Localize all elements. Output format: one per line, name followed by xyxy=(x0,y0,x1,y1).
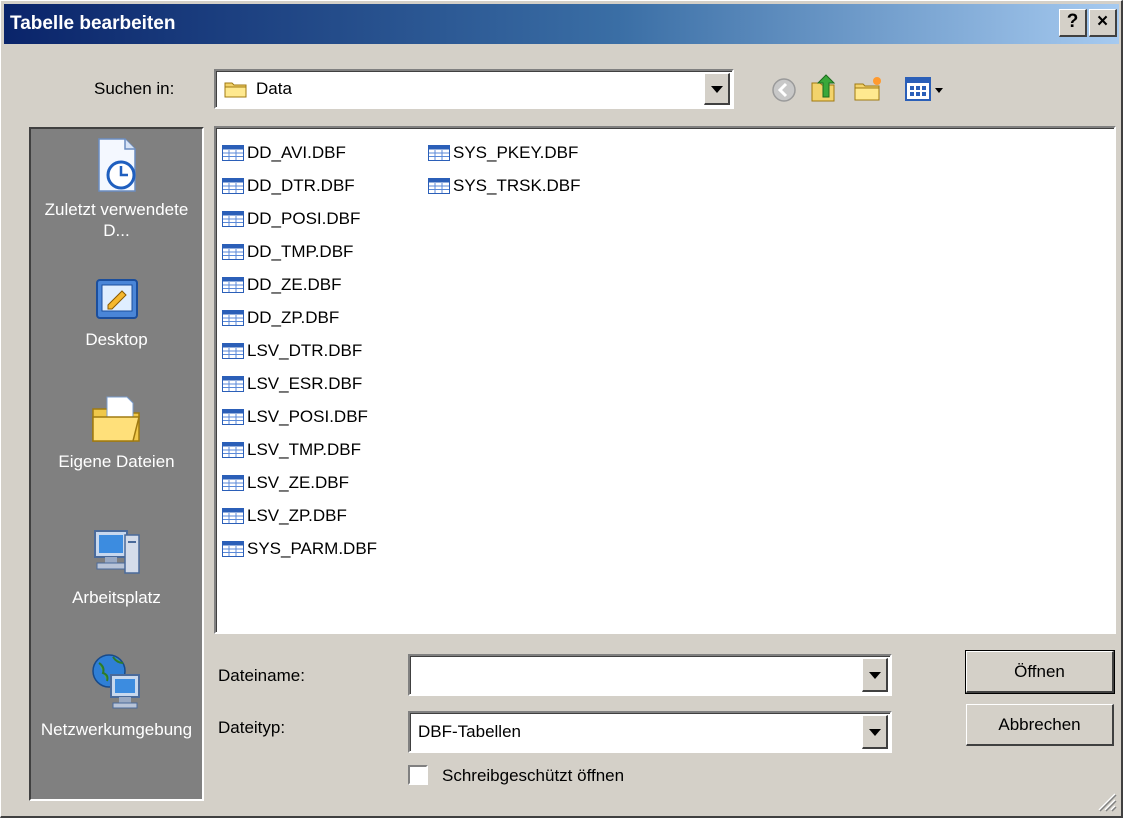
file-column-1: DD_AVI.DBF DD_DTR.DBF DD_POSI.DBF DD_TMP.DB… xyxy=(222,136,377,565)
file-item[interactable]: LSV_ESR.DBF xyxy=(222,367,377,400)
filetype-label: Dateityp: xyxy=(218,718,286,737)
resize-grip-icon[interactable] xyxy=(1095,790,1117,812)
cancel-button[interactable]: Abbrechen xyxy=(966,704,1114,746)
filetype-dropdown-button[interactable] xyxy=(862,715,888,749)
file-name: DD_ZP.DBF xyxy=(247,307,340,327)
place-network[interactable]: Netzwerkumgebung xyxy=(31,651,202,740)
file-list[interactable]: DD_AVI.DBF DD_DTR.DBF DD_POSI.DBF DD_TMP.DB… xyxy=(214,126,1116,634)
place-desktop[interactable]: Desktop xyxy=(31,275,202,350)
file-item[interactable]: DD_ZP.DBF xyxy=(222,301,377,334)
readonly-label: Schreibgeschützt öffnen xyxy=(442,766,625,785)
file-item[interactable]: SYS_PKEY.DBF xyxy=(428,136,581,169)
close-button[interactable]: × xyxy=(1089,9,1117,37)
dbf-table-icon xyxy=(222,408,244,425)
dbf-table-icon xyxy=(222,243,244,260)
dbf-table-icon xyxy=(222,507,244,524)
dbf-table-icon xyxy=(222,375,244,392)
folder-icon xyxy=(224,82,247,98)
dbf-table-icon xyxy=(222,177,244,194)
file-item[interactable]: LSV_POSI.DBF xyxy=(222,400,377,433)
file-name: DD_POSI.DBF xyxy=(247,208,361,228)
file-item[interactable]: DD_AVI.DBF xyxy=(222,136,377,169)
file-item[interactable]: DD_TMP.DBF xyxy=(222,235,377,268)
file-name: DD_DTR.DBF xyxy=(247,175,355,195)
file-item[interactable]: LSV_ZE.DBF xyxy=(222,466,377,499)
dbf-table-icon xyxy=(222,210,244,227)
help-button[interactable]: ? xyxy=(1059,9,1087,37)
dbf-table-icon xyxy=(222,342,244,359)
file-name: LSV_ZP.DBF xyxy=(247,505,347,525)
look-in-combobox[interactable]: Data xyxy=(214,69,734,109)
filename-dropdown-button[interactable] xyxy=(862,658,888,692)
file-item[interactable]: DD_ZE.DBF xyxy=(222,268,377,301)
dbf-table-icon xyxy=(428,177,450,194)
file-name: LSV_TMP.DBF xyxy=(247,439,362,459)
my-computer-icon xyxy=(93,530,140,574)
place-my-computer[interactable]: Arbeitsplatz xyxy=(31,523,202,608)
file-name: DD_TMP.DBF xyxy=(247,241,354,261)
look-in-label: Suchen in: xyxy=(94,79,175,98)
readonly-checkbox[interactable] xyxy=(408,765,428,785)
file-name: SYS_TRSK.DBF xyxy=(453,175,581,195)
look-in-value: Data xyxy=(256,79,292,98)
place-my-documents[interactable]: Eigene Dateien xyxy=(31,391,202,472)
dbf-table-icon xyxy=(222,441,244,458)
file-name: LSV_ZE.DBF xyxy=(247,472,350,492)
dbf-table-icon xyxy=(222,276,244,293)
filename-combobox[interactable] xyxy=(408,654,892,696)
view-menu-icon[interactable] xyxy=(905,77,949,103)
place-desktop-label: Desktop xyxy=(85,330,148,349)
my-documents-icon xyxy=(91,396,140,442)
recent-documents-icon xyxy=(97,138,136,192)
title-bar[interactable]: Tabelle bearbeiten ? × xyxy=(4,4,1119,44)
file-item[interactable]: SYS_TRSK.DBF xyxy=(428,169,581,202)
file-name: SYS_PKEY.DBF xyxy=(453,142,579,162)
dbf-table-icon xyxy=(222,474,244,491)
open-button[interactable]: Öffnen xyxy=(965,650,1115,694)
file-name: LSV_POSI.DBF xyxy=(247,406,368,426)
back-icon[interactable] xyxy=(771,77,797,103)
look-in-dropdown-button[interactable] xyxy=(704,73,730,105)
dbf-table-icon xyxy=(222,540,244,557)
file-item[interactable]: LSV_DTR.DBF xyxy=(222,334,377,367)
dbf-table-icon xyxy=(222,144,244,161)
place-recent[interactable]: Zuletzt verwendete D... xyxy=(31,135,202,241)
network-icon xyxy=(91,654,140,709)
up-folder-icon[interactable] xyxy=(809,73,837,103)
filetype-combobox[interactable]: DBF-Tabellen xyxy=(408,711,892,753)
file-item[interactable]: DD_DTR.DBF xyxy=(222,169,377,202)
dbf-table-icon xyxy=(428,144,450,161)
desktop-icon xyxy=(95,279,138,319)
open-file-dialog: Tabelle bearbeiten ? × Suchen in: Data Z… xyxy=(0,0,1123,818)
new-folder-icon[interactable] xyxy=(853,75,883,103)
file-name: LSV_DTR.DBF xyxy=(247,340,363,360)
place-network-label: Netzwerkumgebung xyxy=(40,720,193,739)
file-name: DD_ZE.DBF xyxy=(247,274,342,294)
file-name: LSV_ESR.DBF xyxy=(247,373,363,393)
dbf-table-icon xyxy=(222,309,244,326)
filename-label: Dateiname: xyxy=(218,666,305,685)
place-my-documents-label: Eigene Dateien xyxy=(58,452,175,471)
file-item[interactable]: SYS_PARM.DBF xyxy=(222,532,377,565)
file-item[interactable]: DD_POSI.DBF xyxy=(222,202,377,235)
dialog-title: Tabelle bearbeiten xyxy=(10,13,176,34)
file-name: SYS_PARM.DBF xyxy=(247,538,378,558)
file-item[interactable]: LSV_ZP.DBF xyxy=(222,499,377,532)
file-name: DD_AVI.DBF xyxy=(247,142,346,162)
place-recent-label: Zuletzt verwendete D... xyxy=(44,200,189,240)
file-column-2: SYS_PKEY.DBF SYS_TRSK.DBF xyxy=(428,136,581,202)
places-bar: Zuletzt verwendete D... Desktop Eigene D… xyxy=(29,127,204,801)
place-my-computer-label: Arbeitsplatz xyxy=(72,588,161,607)
file-item[interactable]: LSV_TMP.DBF xyxy=(222,433,377,466)
filetype-value: DBF-Tabellen xyxy=(418,722,521,741)
